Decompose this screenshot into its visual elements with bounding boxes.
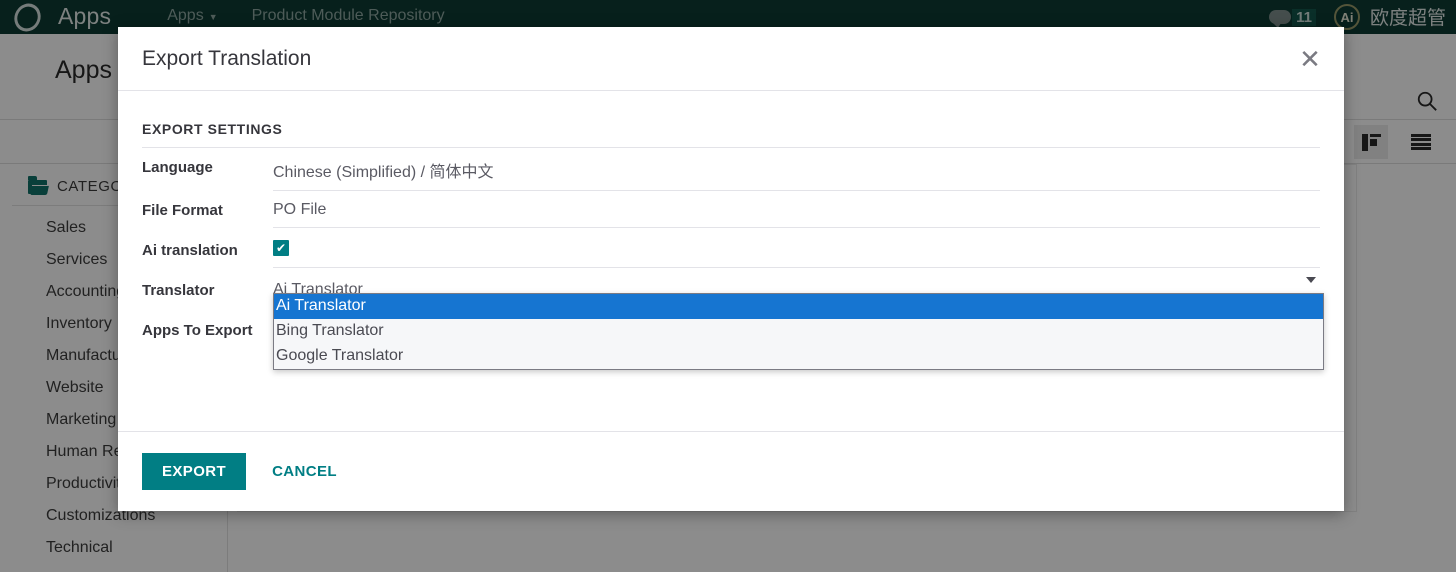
chevron-down-icon[interactable] <box>1306 277 1316 283</box>
dropdown-option-bing-translator[interactable]: Bing Translator <box>274 319 1323 344</box>
export-settings-section-title: EXPORT SETTINGS <box>142 121 1320 148</box>
translator-dropdown-list: Ai Translator Bing Translator Google Tra… <box>273 293 1324 370</box>
field-row-file-format: File Format PO File <box>142 191 1320 231</box>
dialog-title: Export Translation <box>142 46 312 70</box>
export-button[interactable]: EXPORT <box>142 453 247 490</box>
dropdown-option-ai-translator[interactable]: Ai Translator <box>274 294 1323 319</box>
field-label-file-format: File Format <box>142 202 223 219</box>
field-label-ai-translation: Ai translation <box>142 242 238 259</box>
field-value-translator[interactable]: Ai Translator Ai Translator Bing Transla… <box>273 271 1324 370</box>
cancel-button[interactable]: CANCEL <box>270 453 339 490</box>
field-label-apps-to-export: Apps To Export <box>142 322 253 339</box>
export-translation-dialog: Export Translation ✕ EXPORT SETTINGS Lan… <box>118 27 1344 511</box>
dialog-header: Export Translation ✕ <box>118 27 1344 91</box>
dropdown-option-google-translator[interactable]: Google Translator <box>274 344 1323 369</box>
field-row-translator: Translator Ai Translator Ai Translator B… <box>142 271 1324 370</box>
field-row-language: Language Chinese (Simplified) / 简体中文 <box>142 148 1320 191</box>
field-row-ai-translation: Ai translation ✔ <box>142 231 1320 271</box>
field-value-ai-translation: ✔ <box>273 231 1320 268</box>
ai-translation-checkbox[interactable]: ✔ <box>273 240 289 256</box>
field-value-language[interactable]: Chinese (Simplified) / 简体中文 <box>273 148 1320 191</box>
field-label-language: Language <box>142 159 213 176</box>
screen-root: Apps Apps ▼ Product Module Repository 11 … <box>0 0 1456 572</box>
field-value-file-format[interactable]: PO File <box>273 191 1320 228</box>
close-icon[interactable]: ✕ <box>1294 43 1326 75</box>
field-label-translator: Translator <box>142 282 215 299</box>
dialog-body: EXPORT SETTINGS Language Chinese (Simpli… <box>118 91 1344 431</box>
dialog-footer: EXPORT CANCEL <box>118 431 1344 511</box>
